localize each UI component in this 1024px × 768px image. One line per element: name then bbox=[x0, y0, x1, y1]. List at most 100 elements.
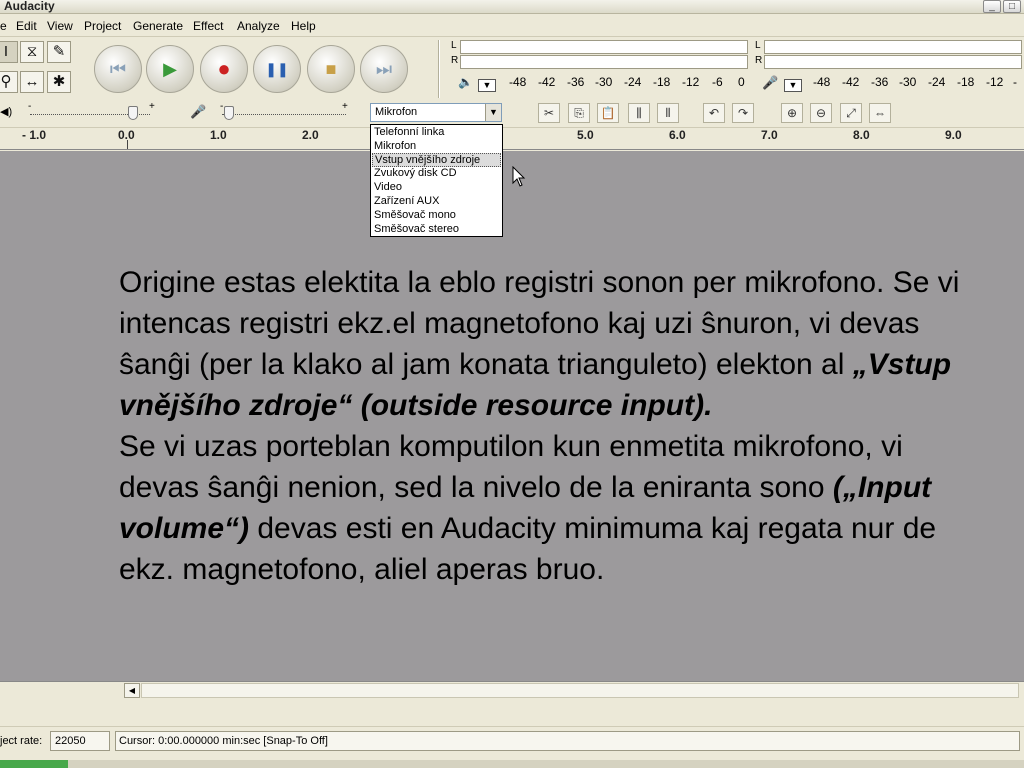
input-source-option[interactable]: Směšovač mono bbox=[372, 209, 501, 223]
record-meter-menu-button[interactable]: ▼ bbox=[784, 79, 802, 92]
meter-scale-tick: -36 bbox=[567, 75, 585, 89]
ruler-tick: 9.0 bbox=[945, 128, 962, 142]
project-rate-label: ject rate: bbox=[0, 735, 43, 747]
timeline-ruler[interactable]: - 1.0 0.0 1.0 2.0 5.0 6.0 7.0 8.0 9.0 bbox=[0, 128, 1024, 150]
input-source-option[interactable]: Telefonní linka bbox=[372, 126, 501, 140]
menu-file[interactable]: e bbox=[0, 19, 7, 33]
input-source-option-highlighted[interactable]: Vstup vnějšího zdroje bbox=[372, 153, 501, 167]
window-title: Audacity bbox=[4, 0, 55, 13]
rec-meter-scale-tick: -48 bbox=[813, 75, 831, 89]
stop-button[interactable]: ■ bbox=[307, 45, 355, 93]
input-volume-thumb[interactable] bbox=[224, 106, 234, 120]
fit-project-button[interactable]: ⇔ bbox=[869, 103, 891, 123]
input-source-select[interactable]: Mikrofon ▼ bbox=[370, 103, 502, 122]
menu-help[interactable]: Help bbox=[291, 19, 316, 33]
paste-button[interactable]: 📋 bbox=[597, 103, 619, 123]
output-volume-min: - bbox=[28, 101, 32, 112]
project-rate-value: 22050 bbox=[55, 735, 86, 747]
input-source-option[interactable]: Zvukový disk CD bbox=[372, 167, 501, 181]
ruler-tick: 5.0 bbox=[577, 128, 594, 142]
menu-analyze[interactable]: Analyze bbox=[237, 19, 280, 33]
rec-meter-scale-tick: - bbox=[1013, 75, 1017, 89]
playback-meter-menu-button[interactable]: ▼ bbox=[478, 79, 496, 92]
meter-scale-tick: -30 bbox=[595, 75, 613, 89]
project-rate-field[interactable]: 22050 bbox=[50, 731, 110, 751]
horizontal-scrollbar[interactable]: ◀ bbox=[0, 681, 1024, 698]
input-volume-mic-icon: 🎤 bbox=[190, 104, 207, 119]
pause-icon: ❚❚ bbox=[265, 61, 289, 77]
undo-button[interactable]: ↶ bbox=[703, 103, 725, 123]
cursor-status-box: Cursor: 0:00.000000 min:sec [Snap-To Off… bbox=[115, 731, 1020, 751]
draw-tool-button[interactable]: ✎ bbox=[47, 41, 71, 63]
rec-meter-scale-tick: -36 bbox=[871, 75, 889, 89]
title-bar: Audacity _ □ bbox=[0, 0, 1024, 14]
ruler-tick: 6.0 bbox=[669, 128, 686, 142]
record-meter-left bbox=[764, 40, 1022, 54]
meter-scale-tick: -24 bbox=[624, 75, 642, 89]
slide-text: Origine estas elektita la eblo registri … bbox=[119, 262, 969, 590]
cursor-status-text: Cursor: 0:00.000000 min:sec [Snap-To Off… bbox=[119, 735, 328, 747]
microphone-icon: 🎤 bbox=[762, 75, 779, 90]
skip-start-icon: ⏮ bbox=[109, 59, 127, 79]
skip-to-start-button[interactable]: ⏮ bbox=[94, 45, 142, 93]
rec-meter-scale-tick: -18 bbox=[957, 75, 975, 89]
rec-meter-scale-tick: -12 bbox=[986, 75, 1004, 89]
input-volume-min: - bbox=[220, 101, 224, 112]
minimize-button[interactable]: _ bbox=[983, 0, 1001, 13]
play-icon: ▶ bbox=[163, 59, 177, 79]
output-volume-thumb[interactable] bbox=[128, 106, 138, 120]
rec-meter-scale-tick: -30 bbox=[899, 75, 917, 89]
input-volume-slider[interactable] bbox=[222, 114, 346, 116]
output-volume-icon: ◀) bbox=[0, 106, 13, 118]
scroll-left-button[interactable]: ◀ bbox=[124, 683, 140, 698]
ruler-tick: 1.0 bbox=[210, 128, 227, 142]
input-source-option[interactable]: Mikrofon bbox=[372, 140, 501, 154]
menu-edit[interactable]: Edit bbox=[16, 19, 37, 33]
ruler-zero-line bbox=[127, 140, 128, 149]
input-volume-max: + bbox=[342, 101, 348, 112]
record-button[interactable]: ● bbox=[200, 45, 248, 93]
selection-tool-button[interactable]: I bbox=[0, 41, 18, 63]
ruler-tick: 2.0 bbox=[302, 128, 319, 142]
stop-icon: ■ bbox=[325, 59, 337, 79]
envelope-tool-button[interactable]: ⧖ bbox=[20, 41, 44, 63]
menu-effect[interactable]: Effect bbox=[193, 19, 223, 33]
meter-scale-tick: -12 bbox=[682, 75, 700, 89]
zoom-in-button[interactable]: ⊕ bbox=[781, 103, 803, 123]
slide-paragraph-2: Se vi uzas porteblan komputilon kun enme… bbox=[119, 430, 903, 504]
slide-paragraph-1: Origine estas elektita la eblo registri … bbox=[119, 266, 960, 381]
zoom-out-button[interactable]: ⊖ bbox=[810, 103, 832, 123]
ruler-tick: 8.0 bbox=[853, 128, 870, 142]
cut-button[interactable]: ✂ bbox=[538, 103, 560, 123]
skip-to-end-button[interactable]: ⏭ bbox=[360, 45, 408, 93]
input-source-option[interactable]: Zařízení AUX bbox=[372, 195, 501, 209]
chevron-down-icon[interactable]: ▼ bbox=[485, 104, 501, 121]
play-button[interactable]: ▶ bbox=[146, 45, 194, 93]
maximize-button[interactable]: □ bbox=[1003, 0, 1021, 13]
meter-scale-tick: 0 bbox=[738, 75, 745, 89]
fit-selection-button[interactable]: ⤢ bbox=[840, 103, 862, 123]
timeshift-tool-button[interactable]: ↔ bbox=[20, 71, 44, 93]
output-volume-max: + bbox=[149, 101, 155, 112]
zoom-tool-button[interactable]: ⚲ bbox=[0, 71, 18, 93]
start-button[interactable] bbox=[0, 760, 68, 768]
menu-project[interactable]: Project bbox=[84, 19, 121, 33]
scroll-track[interactable] bbox=[141, 683, 1019, 698]
trim-button[interactable]: ⫼ bbox=[628, 103, 650, 123]
input-source-list: Telefonní linka Mikrofon Vstup vnějšího … bbox=[370, 124, 503, 237]
silence-button[interactable]: ⫴ bbox=[657, 103, 679, 123]
menu-view[interactable]: View bbox=[47, 19, 73, 33]
input-source-option[interactable]: Směšovač stereo bbox=[372, 223, 501, 237]
meter-scale-tick: -6 bbox=[712, 75, 723, 89]
rec-meter-left-label: L bbox=[755, 40, 761, 51]
menu-generate[interactable]: Generate bbox=[133, 19, 183, 33]
pause-button[interactable]: ❚❚ bbox=[253, 45, 301, 93]
input-source-value: Mikrofon bbox=[375, 106, 418, 118]
copy-button[interactable]: ⎘ bbox=[568, 103, 590, 123]
multi-tool-button[interactable]: ✱ bbox=[47, 71, 71, 93]
redo-button[interactable]: ↷ bbox=[732, 103, 754, 123]
rec-meter-right-label: R bbox=[755, 55, 763, 66]
taskbar bbox=[0, 760, 1024, 768]
speaker-icon: 🔈 bbox=[458, 75, 473, 89]
input-source-option[interactable]: Video bbox=[372, 181, 501, 195]
